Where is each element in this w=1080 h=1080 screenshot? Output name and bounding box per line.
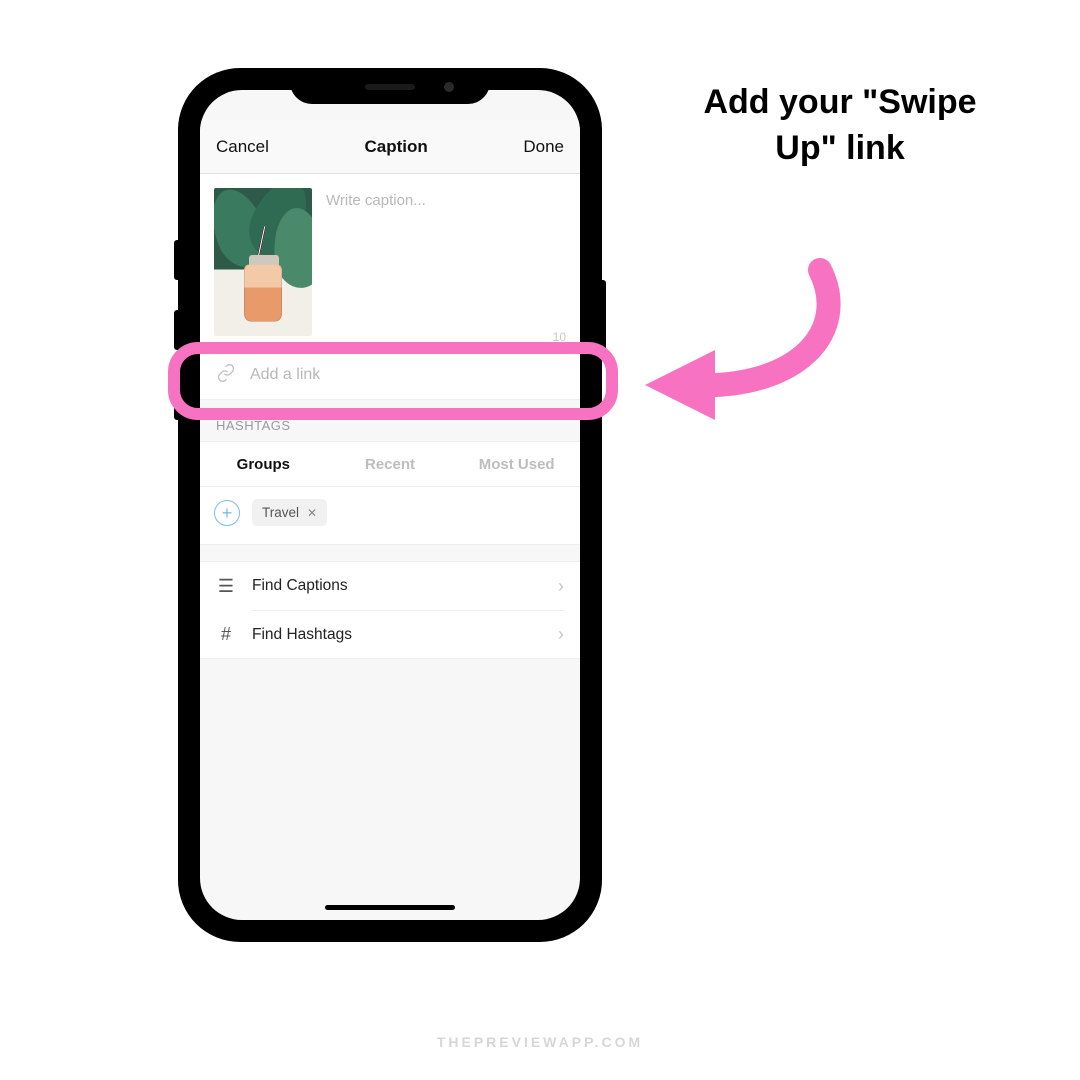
chevron-right-icon: › <box>558 624 564 645</box>
lines-icon: ☰ <box>216 576 236 597</box>
row-label: Find Hashtags <box>252 626 352 644</box>
tools-list: ☰ Find Captions › # Find Hashtags › <box>200 561 580 659</box>
phone-frame: Cancel Caption Done Write caption... 10 … <box>180 70 600 940</box>
cancel-button[interactable]: Cancel <box>216 137 269 157</box>
link-icon <box>216 363 236 388</box>
home-indicator <box>325 905 455 910</box>
plus-icon: + <box>222 504 233 522</box>
done-button[interactable]: Done <box>523 137 564 157</box>
row-label: Find Captions <box>252 577 348 595</box>
hash-icon: # <box>216 624 236 645</box>
phone-notch <box>290 70 490 104</box>
find-hashtags-row[interactable]: # Find Hashtags › <box>200 610 580 658</box>
chip-label: Travel <box>262 505 299 520</box>
chip-remove-icon[interactable]: ✕ <box>307 506 317 520</box>
tab-groups[interactable]: Groups <box>200 456 327 473</box>
navbar: Cancel Caption Done <box>200 120 580 174</box>
caption-area: Write caption... 10 <box>200 174 580 350</box>
page-title: Caption <box>365 137 428 157</box>
hashtag-tabs: Groups Recent Most Used <box>200 441 580 487</box>
hashtag-groups-row: + Travel ✕ <box>200 487 580 545</box>
watermark: THEPREVIEWAPP.COM <box>0 1034 1080 1050</box>
hashtags-section-header: HASHTAGS <box>200 400 580 441</box>
post-thumbnail[interactable] <box>214 188 312 336</box>
add-group-button[interactable]: + <box>214 500 240 526</box>
caption-char-count: 10 <box>553 330 566 344</box>
callout-text: Add your "Swipe Up" link <box>690 80 990 172</box>
tab-most-used[interactable]: Most Used <box>453 456 580 473</box>
hashtag-group-chip[interactable]: Travel ✕ <box>252 499 327 526</box>
find-captions-row[interactable]: ☰ Find Captions › <box>200 562 580 610</box>
phone-screen: Cancel Caption Done Write caption... 10 … <box>200 90 580 920</box>
chevron-right-icon: › <box>558 576 564 597</box>
add-link-placeholder: Add a link <box>250 366 320 384</box>
add-link-row[interactable]: Add a link <box>200 350 580 400</box>
tab-recent[interactable]: Recent <box>327 456 454 473</box>
caption-input[interactable]: Write caption... <box>312 188 566 336</box>
arrow-annotation <box>620 250 880 450</box>
